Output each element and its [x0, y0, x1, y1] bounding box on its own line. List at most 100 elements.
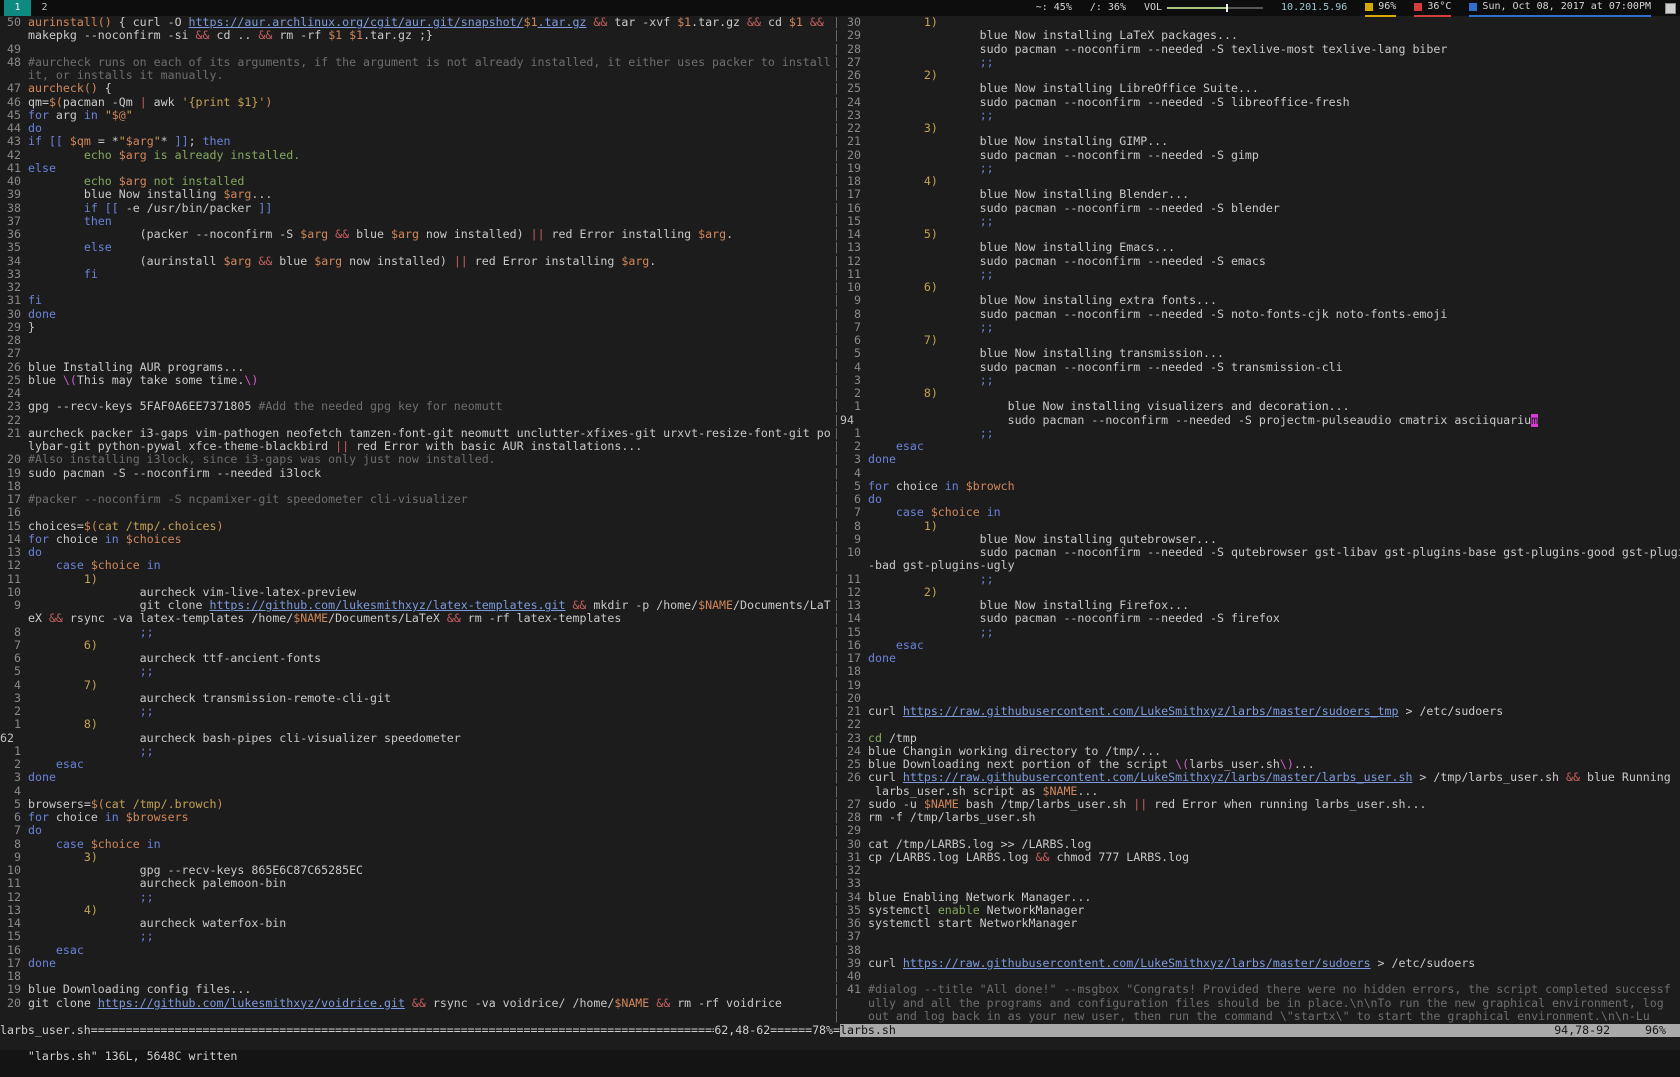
volume-slider[interactable]: [1167, 4, 1263, 12]
line-number: 19: [840, 162, 861, 175]
code-line: 47aurcheck() {: [0, 82, 833, 95]
line-number: 30: [840, 16, 861, 29]
code-segment: 6): [84, 639, 98, 652]
home-disk-label: ~: 45%: [1036, 0, 1072, 16]
root-disk-label: /: 36%: [1090, 0, 1126, 16]
code-segment: '{print $1}': [182, 96, 266, 109]
code-segment: $browsers: [126, 811, 189, 824]
code-segment: gpg --recv-keys 865E6C87C65285EC: [28, 864, 363, 877]
code-segment: 8): [924, 387, 938, 400]
code-segment: 5): [924, 228, 938, 241]
code-text: 6): [868, 281, 1680, 294]
workspace-1-button[interactable]: 1: [4, 0, 31, 16]
line-number: 3: [0, 771, 21, 784]
code-segment: qm=: [28, 96, 49, 109]
line-number: 12: [0, 559, 21, 572]
code-segment: ": [126, 109, 133, 122]
code-segment: [28, 241, 84, 254]
statusline-inactive[interactable]: larbs_user.sh ==========================…: [0, 1024, 840, 1037]
code-segment: This may take some time.: [77, 374, 245, 387]
code-text: ;;: [868, 162, 1680, 175]
code-line: 12 2): [840, 586, 1680, 599]
line-number: 8: [840, 520, 861, 533]
line-number: 23: [0, 400, 21, 413]
vertical-split-separator[interactable]: | | | | | | | | | | | | | | | | | | | | …: [833, 16, 840, 1024]
vim-window-right[interactable]: 30 1)29 blue Now installing LaTeX packag…: [840, 16, 1680, 1024]
code-segment: [868, 281, 924, 294]
line-number: [0, 440, 21, 453]
code-text: cp /LARBS.log LARBS.log && chmod 777 LAR…: [868, 851, 1680, 864]
line-number: 49: [0, 43, 21, 56]
code-line: 7do: [0, 824, 833, 837]
temperature-module[interactable]: 36°C: [1414, 0, 1451, 17]
volume-module[interactable]: VOL: [1144, 0, 1263, 16]
code-text: done: [868, 652, 1680, 665]
line-number: [840, 1010, 861, 1023]
line-number: 9: [0, 599, 21, 612]
code-text: ;;: [868, 215, 1680, 228]
code-text: blue Changin working directory to /tmp/.…: [868, 745, 1680, 758]
code-line: 9 3): [0, 851, 833, 864]
code-segment: -bad gst-plugins-ugly: [868, 559, 1015, 572]
code-line: 37 then: [0, 215, 833, 228]
code-segment: makepkg --noconfirm -si: [28, 29, 196, 42]
workspace-2-button[interactable]: 2: [31, 0, 58, 16]
code-segment: [868, 639, 896, 652]
calendar-icon: [1469, 3, 1477, 11]
code-text: 4): [28, 904, 833, 917]
code-segment: &&: [656, 997, 670, 1010]
code-segment: &&: [447, 612, 461, 625]
code-segment: blue Now installing visualizers and deco…: [868, 400, 1350, 413]
code-segment: [28, 718, 84, 731]
code-segment: cat /tmp/.choices: [98, 520, 217, 533]
line-number: 30: [840, 838, 861, 851]
line-number: 34: [840, 891, 861, 904]
code-text: choices=$(cat /tmp/.choices): [28, 520, 833, 533]
statusline-active[interactable]: larbs.sh 94,78-92 96%: [840, 1024, 1680, 1037]
code-line: 19: [840, 679, 1680, 692]
code-text: blue Enabling Network Manager...: [868, 891, 1680, 904]
line-number: 7: [0, 639, 21, 652]
datetime-module[interactable]: Sun, Oct 08, 2017 at 07:00PM: [1469, 0, 1651, 17]
code-segment: $arg: [119, 149, 147, 162]
code-text: ;;: [28, 705, 833, 718]
code-text: [868, 718, 1680, 731]
code-segment: lybar-git python-pywal xfce-theme-blackb…: [28, 440, 335, 453]
code-segment: done: [28, 308, 56, 321]
code-text: [868, 970, 1680, 983]
code-segment: rm -f /tmp/larbs_user.sh: [868, 811, 1036, 824]
line-number: 28: [840, 811, 861, 824]
line-number: 2: [0, 758, 21, 771]
code-segment: [42, 135, 49, 148]
code-segment: for: [28, 811, 49, 824]
code-segment: &&: [196, 29, 210, 42]
code-segment: [868, 16, 924, 29]
line-number: 17: [840, 188, 861, 201]
code-segment: in: [147, 838, 161, 851]
line-number: 11: [840, 268, 861, 281]
battery-module[interactable]: 96%: [1365, 0, 1396, 17]
code-text: [868, 679, 1680, 692]
line-number: 12: [0, 891, 21, 904]
volume-handle[interactable]: [1226, 4, 1228, 12]
code-segment: .tar.gz ;}: [363, 29, 433, 42]
statusline-left-ruler: 62,48-62: [714, 1024, 770, 1037]
code-line: 24blue Changin working directory to /tmp…: [840, 745, 1680, 758]
code-segment: for: [868, 480, 889, 493]
code-text: (aurinstall $arg && blue $arg now instal…: [28, 255, 833, 268]
code-text: aurcheck ttf-ancient-fonts: [28, 652, 833, 665]
code-line: 22 3): [840, 122, 1680, 135]
code-line: 19blue Downloading config files...: [0, 983, 833, 996]
tray-icon[interactable]: [1665, 3, 1676, 14]
vim-window-left[interactable]: 50aurinstall() { curl -O https://aur.arc…: [0, 16, 833, 1024]
code-text: [28, 43, 833, 56]
code-text: out and log back in as your new user, th…: [868, 1010, 1680, 1023]
code-line: 5 ;;: [0, 665, 833, 678]
line-number: 14: [840, 612, 861, 625]
code-segment: bash /tmp/larbs_user.sh: [959, 798, 1134, 811]
code-segment: choice: [49, 811, 105, 824]
code-line: 2 esac: [840, 440, 1680, 453]
code-line: it, or installs it manually.: [0, 69, 833, 82]
code-line: 26blue Installing AUR programs...: [0, 361, 833, 374]
code-segment: $choice: [91, 559, 140, 572]
